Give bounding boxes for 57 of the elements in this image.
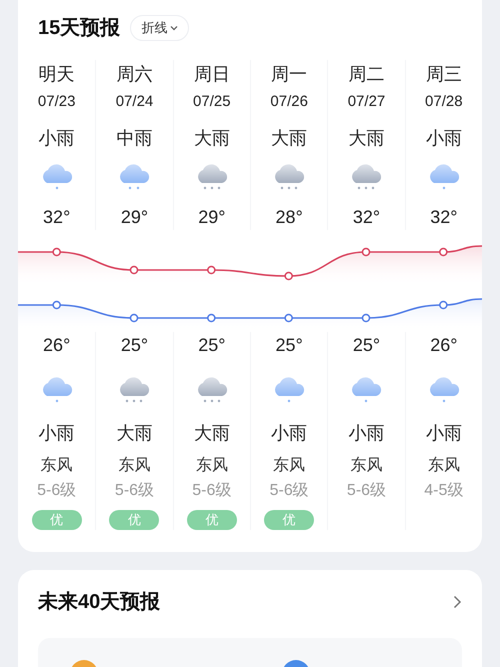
wind-direction: 东风 (428, 456, 460, 476)
day-weather: 小雨 (426, 127, 462, 150)
card-title: 未来40天预报 (38, 590, 160, 615)
low-temperature: 26° (430, 334, 458, 357)
night-weather: 大雨 (194, 422, 230, 445)
wind-direction: 东风 (273, 456, 306, 476)
low-temperature: 26° (43, 334, 70, 357)
chevron-down-icon (170, 25, 178, 31)
day-weather: 大雨 (271, 127, 308, 150)
wind-direction: 东风 (40, 456, 73, 476)
day-label: 周一 (271, 63, 308, 86)
wind-direction: 东风 (350, 456, 382, 476)
day-weather: 大雨 (194, 127, 230, 150)
date-label: 07/28 (425, 92, 463, 112)
day-label: 周二 (348, 63, 384, 86)
wind-level: 5-6级 (192, 481, 232, 501)
day-label: 周日 (194, 63, 230, 86)
night-weather: 小雨 (348, 422, 384, 445)
low-temperature: 25° (120, 334, 148, 357)
night-weather: 小雨 (426, 422, 462, 445)
day-weather: 大雨 (348, 127, 384, 150)
wind-level: 5-6级 (37, 481, 76, 501)
date-label: 07/26 (270, 92, 308, 112)
wind-direction: 东风 (118, 456, 150, 476)
wind-level: 5-6级 (346, 481, 386, 501)
air-quality-badge: 优 (186, 510, 237, 530)
wind-level: 5-6级 (114, 481, 154, 501)
night-weather: 小雨 (38, 422, 75, 445)
day-weather: 小雨 (38, 127, 75, 150)
wind-direction: 东风 (196, 456, 228, 476)
high-temperature: 28° (276, 206, 303, 229)
air-quality-badge: 优 (32, 510, 82, 530)
air-quality-badge: 优 (264, 510, 314, 530)
night-weather: 小雨 (271, 422, 308, 445)
day-label: 明天 (38, 63, 75, 86)
card-title: 15天预报 (38, 16, 120, 41)
date-label: 07/23 (38, 92, 76, 112)
high-temperature: 32° (430, 206, 458, 229)
high-temperature: 29° (120, 206, 148, 229)
date-label: 07/24 (116, 92, 154, 112)
high-temperature: 32° (352, 206, 380, 229)
day-label: 周三 (426, 63, 462, 86)
low-temperature: 25° (276, 334, 303, 357)
low-temperature: 25° (352, 334, 380, 357)
chevron-right-icon[interactable] (453, 595, 462, 609)
air-quality-badge: 优 (109, 510, 160, 530)
wind-level: 4-5级 (424, 481, 464, 501)
low-temperature: 25° (198, 334, 226, 357)
day-label: 周六 (116, 63, 152, 86)
date-label: 07/27 (348, 92, 386, 112)
night-weather: 大雨 (116, 422, 152, 445)
wind-level: 5-6级 (270, 481, 309, 501)
high-temperature: 29° (198, 206, 226, 229)
date-label: 07/25 (193, 92, 231, 112)
chart-mode-dropdown[interactable]: 折线 (130, 15, 190, 41)
day-weather: 中雨 (116, 127, 152, 150)
high-temperature: 32° (43, 206, 70, 229)
